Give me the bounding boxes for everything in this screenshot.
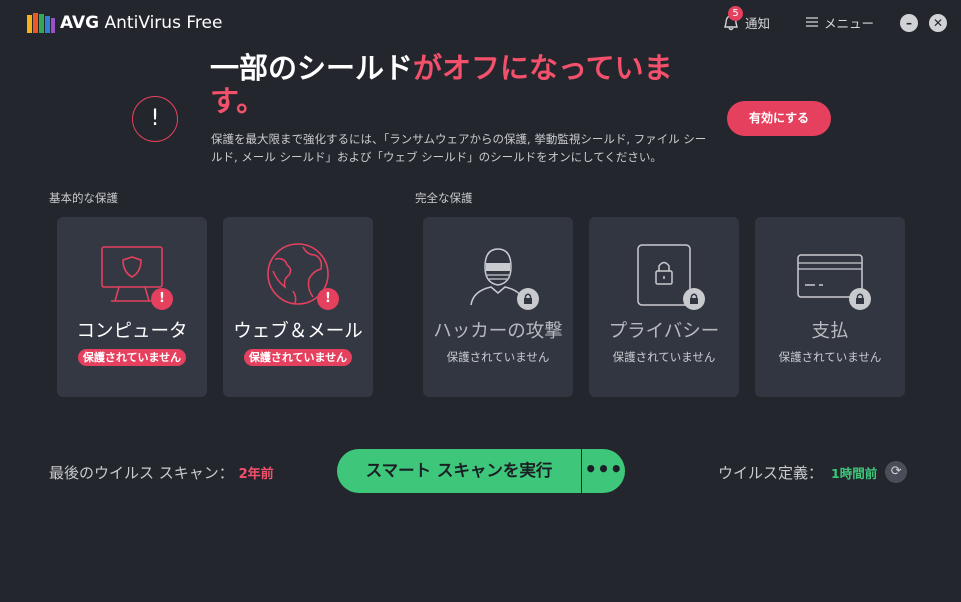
alert-headline: 一部のシールドがオフになっています。 [210, 52, 710, 118]
computer-card[interactable]: ! コンピュータ 保護されていません [57, 217, 207, 397]
alert-description: 保護を最大限まで強化するには、「ランサムウェアからの保護, 挙動監視シールド, … [211, 132, 707, 164]
card-title: プライバシー [608, 321, 720, 342]
definitions-value: 1時間前 [831, 465, 878, 481]
minimize-button[interactable]: – [900, 14, 918, 32]
card-status: 保護されていません [446, 350, 550, 364]
close-button[interactable]: ✕ [929, 14, 947, 32]
title-bar: AVG AntiVirus Free 5 通知 メニュー – ✕ [0, 0, 961, 46]
card-status-wrap: 保護されていません [223, 349, 373, 366]
card-status: 保護されていません [77, 349, 187, 366]
lock-badge-icon [517, 288, 539, 310]
smart-scan-button[interactable]: スマート スキャンを実行 [337, 449, 581, 493]
menu-label: メニュー [824, 16, 875, 31]
refresh-icon[interactable]: ⟳ [885, 461, 908, 483]
lock-badge-icon [683, 288, 705, 310]
full-protection-label: 完全な保護 [415, 191, 473, 205]
basic-protection-label: 基本的な保護 [49, 191, 118, 205]
menu-button[interactable]: メニュー [806, 13, 874, 32]
warning-circle-icon: ! [132, 96, 178, 142]
notification-count-badge: 5 [728, 5, 743, 21]
hacker-attacks-card[interactable]: ハッカーの攻撃 保護されていません [423, 217, 573, 397]
warning-badge-icon: ! [317, 288, 339, 310]
definitions-label: ウイルス定義： [718, 463, 824, 482]
card-status: 保護されていません [612, 350, 716, 364]
close-icon: ✕ [932, 16, 944, 30]
hamburger-icon [806, 15, 818, 30]
minimize-icon: – [906, 16, 912, 30]
scan-options-button[interactable]: ••• [582, 449, 625, 493]
lock-badge-icon [849, 288, 871, 310]
notifications-button[interactable]: 5 通知 [722, 5, 771, 32]
privacy-card[interactable]: プライバシー 保護されていません [589, 217, 739, 397]
card-status-wrap: 保護されていません [57, 349, 207, 366]
avg-logo-icon [27, 13, 55, 33]
card-title: 支払 [811, 321, 849, 342]
web-mail-card[interactable]: ! ウェブ＆メール 保護されていません [223, 217, 373, 397]
virus-definitions-info: ウイルス定義： 1時間前 ⟳ [718, 461, 908, 483]
brand-name: AVG [60, 13, 100, 33]
last-scan-label: 最後のウイルス スキャン： [49, 464, 234, 482]
card-title: ハッカーの攻撃 [433, 321, 563, 342]
last-scan-value: 2年前 [238, 467, 274, 482]
notifications-label: 通知 [745, 16, 771, 31]
app-title: AVG AntiVirus Free [60, 13, 222, 33]
headline-text: 一部のシールド [210, 51, 414, 85]
last-scan-info: 最後のウイルス スキャン： 2年前 [49, 462, 274, 483]
payments-card[interactable]: 支払 保護されていません [755, 217, 905, 397]
card-title: ウェブ＆メール [233, 321, 363, 342]
product-name: AntiVirus Free [104, 13, 223, 33]
card-status: 保護されていません [778, 350, 882, 364]
card-status: 保護されていません [243, 349, 353, 366]
enable-shields-button[interactable]: 有効にする [727, 101, 831, 136]
card-title: コンピュータ [76, 321, 188, 342]
warning-badge-icon: ! [151, 288, 173, 310]
bell-icon: 5 [722, 5, 743, 32]
